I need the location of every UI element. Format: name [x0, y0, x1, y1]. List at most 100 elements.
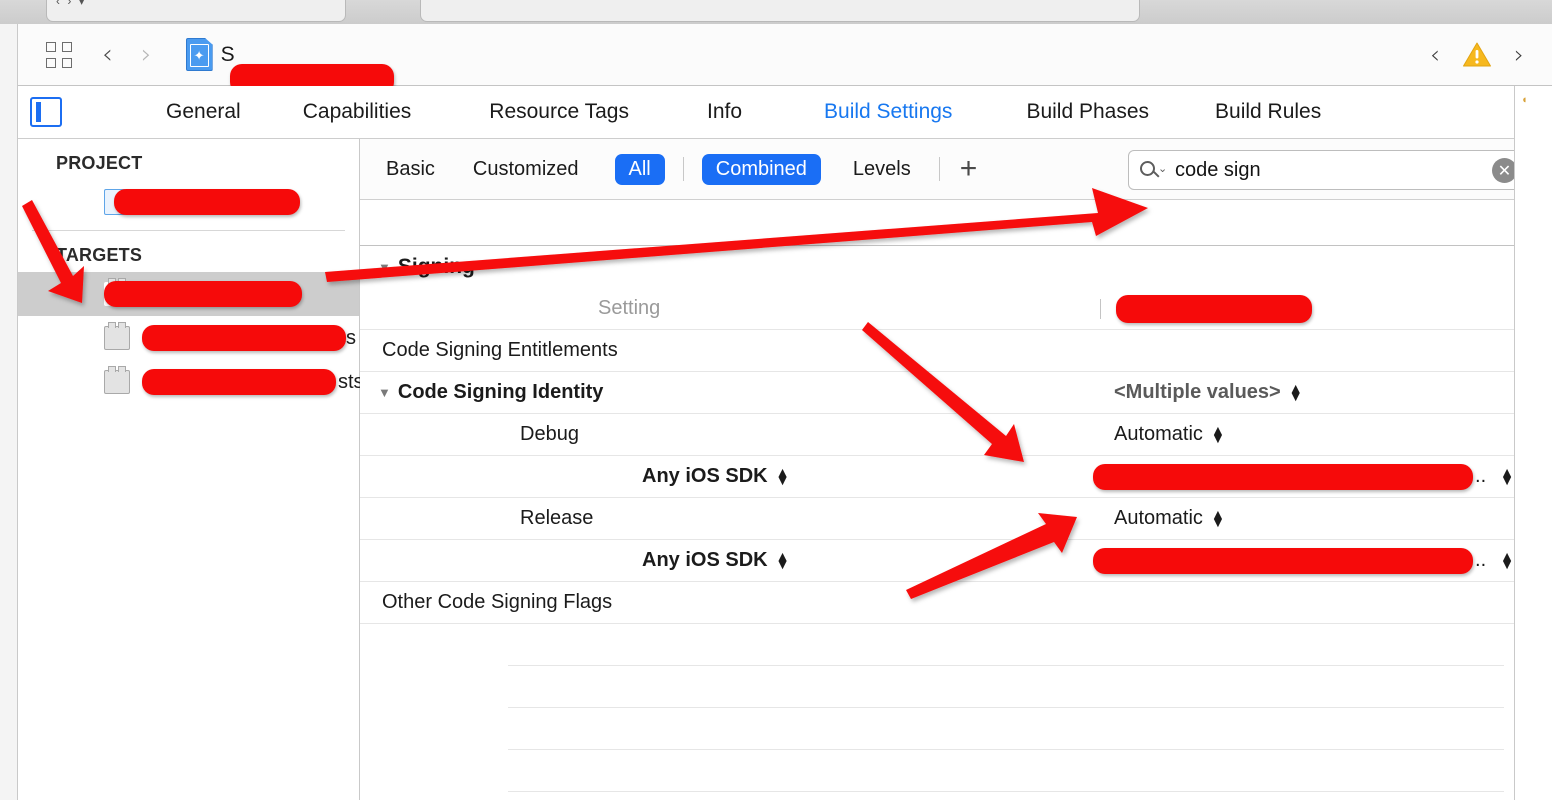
disclosure-triangle-icon[interactable]: ▼: [378, 386, 391, 399]
setting-name: Other Code Signing Flags: [382, 591, 613, 613]
tab-build-rules[interactable]: Build Rules: [1215, 100, 1321, 124]
table-row-empty: [360, 792, 1514, 800]
setting-name: Code Signing Identity: [397, 381, 604, 403]
setting-value-container[interactable]: Automatic ▲ ▼: [1100, 507, 1514, 530]
value-truncation: ..: [1475, 465, 1487, 487]
jump-bar: ‹ › ✦ S ‹ ›: [18, 24, 1552, 94]
window-chrome: ‹ › ▾: [0, 0, 1552, 24]
sidebar-item-target-app[interactable]: [18, 272, 359, 316]
sidebar-project-name-redaction: [114, 189, 300, 215]
chrome-toolbar-left: [46, 0, 346, 22]
editor-tab-bar: General Capabilities Resource Tags Info …: [18, 86, 1552, 139]
tab-resource-tags[interactable]: Resource Tags: [489, 100, 629, 124]
build-settings-table: ▼ Signing Setting Code Signing Entitleme…: [360, 200, 1514, 800]
column-header-value-redaction: [1116, 294, 1312, 323]
group-title: Signing: [397, 255, 475, 278]
stepper-icon[interactable]: ▲ ▼: [776, 465, 790, 487]
table-row-empty: [360, 708, 1514, 750]
table-empty-rows: [360, 624, 1514, 800]
setting-value-container[interactable]: <Multiple values> ▲ ▼: [1100, 381, 1514, 404]
search-input[interactable]: ⌄ code sign ✕: [1128, 150, 1528, 190]
sidebar-item-target-tests[interactable]: s: [18, 316, 359, 360]
stepper-icon[interactable]: ▲ ▼: [776, 549, 790, 571]
issue-navigation: ‹ ›: [1430, 40, 1524, 69]
tab-list: General Capabilities Resource Tags Info …: [62, 100, 1552, 124]
project-targets-sidebar: PROJECT TARGETS s sts: [18, 139, 364, 800]
filter-combined[interactable]: Combined: [701, 153, 821, 185]
right-edge-strip: ◖: [1514, 86, 1552, 800]
sidebar-target-name-redaction: [104, 281, 302, 307]
table-row[interactable]: Other Code Signing Flags: [360, 582, 1514, 624]
table-row[interactable]: Any iOS SDK ▲ ▼ .. ▲ ▼: [360, 456, 1514, 498]
tab-info[interactable]: Info: [707, 100, 742, 124]
search-icon[interactable]: ⌄: [1139, 159, 1169, 181]
sidebar-header-targets: TARGETS: [56, 245, 143, 265]
sidebar-item-label-tail: s: [346, 326, 356, 349]
next-issue-button[interactable]: ›: [1514, 40, 1524, 69]
stepper-icon[interactable]: ▲ ▼: [1289, 381, 1303, 403]
setting-name: Any iOS SDK: [642, 465, 768, 487]
sidebar-target-name-redaction: [142, 325, 346, 351]
xcode-project-icon: ✦: [185, 38, 213, 71]
setting-value-redaction: [1093, 547, 1474, 574]
column-header-setting: Setting: [598, 297, 661, 319]
filter-customized[interactable]: Customized: [473, 158, 579, 181]
filter-divider-2: [938, 157, 940, 181]
warning-triangle-icon[interactable]: [1462, 41, 1492, 68]
settings-group-header-signing[interactable]: ▼ Signing: [360, 246, 1514, 288]
table-row[interactable]: Any iOS SDK ▲ ▼ .. ▲ ▼: [360, 540, 1514, 582]
setting-value-redaction: [1093, 463, 1474, 490]
decoration-icon: ◖: [1521, 94, 1528, 106]
xcode-build-settings-window: ‹ › ▾ ‹ › ✦ S ‹ › General Capabilities R…: [0, 0, 1552, 800]
setting-name: Release: [520, 507, 594, 529]
table-row-empty: [360, 666, 1514, 708]
stepper-icon[interactable]: ▲ ▼: [1211, 423, 1225, 445]
sidebar-item-project[interactable]: [18, 180, 359, 224]
sidebar-header-project: PROJECT: [56, 153, 143, 173]
sidebar-target-name-redaction: [142, 369, 336, 395]
table-row[interactable]: Code Signing Entitlements: [360, 330, 1514, 372]
search-value: code sign: [1175, 158, 1261, 181]
grid-icon: [46, 41, 72, 68]
back-chevron-icon[interactable]: ‹: [102, 41, 113, 68]
setting-value: <Multiple values>: [1114, 381, 1281, 403]
tab-capabilities[interactable]: Capabilities: [303, 100, 412, 124]
table-column-headers: Setting: [360, 288, 1514, 330]
chrome-toolbar-right: [420, 0, 1140, 22]
target-icon: [104, 322, 130, 350]
filter-basic[interactable]: Basic: [386, 158, 435, 181]
table-row[interactable]: ▼ Code Signing Identity <Multiple values…: [360, 372, 1514, 414]
stepper-icon[interactable]: ▲ ▼: [1211, 507, 1225, 529]
tab-general[interactable]: General: [166, 100, 241, 124]
add-setting-button[interactable]: +: [960, 154, 978, 184]
table-row[interactable]: Release Automatic ▲ ▼: [360, 498, 1514, 540]
setting-name: Any iOS SDK: [642, 549, 768, 571]
previous-issue-button[interactable]: ‹: [1430, 40, 1440, 69]
tab-build-settings[interactable]: Build Settings: [824, 100, 952, 124]
stepper-icon[interactable]: ▲ ▼: [1500, 549, 1514, 571]
sidebar-item-target-uitests[interactable]: sts: [18, 360, 364, 404]
filter-divider: [682, 157, 684, 181]
left-rail: [0, 24, 18, 800]
tab-build-phases[interactable]: Build Phases: [1026, 100, 1149, 124]
setting-value: Automatic: [1114, 507, 1203, 529]
project-name-initial: S: [220, 42, 235, 66]
setting-name: Debug: [520, 423, 579, 445]
setting-value-container[interactable]: .. ▲ ▼: [1079, 547, 1514, 574]
setting-name: Code Signing Entitlements: [382, 339, 618, 361]
filter-all[interactable]: All: [614, 153, 665, 185]
setting-value-container[interactable]: Automatic ▲ ▼: [1100, 423, 1514, 446]
setting-value-container[interactable]: .. ▲ ▼: [1079, 463, 1514, 490]
forward-chevron-icon[interactable]: ›: [141, 41, 152, 68]
table-row-empty: [360, 750, 1514, 792]
disclosure-triangle-icon[interactable]: ▼: [378, 261, 391, 274]
value-truncation: ..: [1475, 549, 1487, 571]
filter-levels[interactable]: Levels: [853, 158, 911, 181]
sidebar-toggle-icon[interactable]: [30, 97, 62, 127]
stepper-icon[interactable]: ▲ ▼: [1500, 465, 1514, 487]
target-icon: [104, 366, 130, 394]
table-row-empty: [360, 624, 1514, 666]
setting-value: Automatic: [1114, 423, 1203, 445]
table-row[interactable]: Debug Automatic ▲ ▼: [360, 414, 1514, 456]
navigator-grid-button[interactable]: [46, 41, 72, 68]
